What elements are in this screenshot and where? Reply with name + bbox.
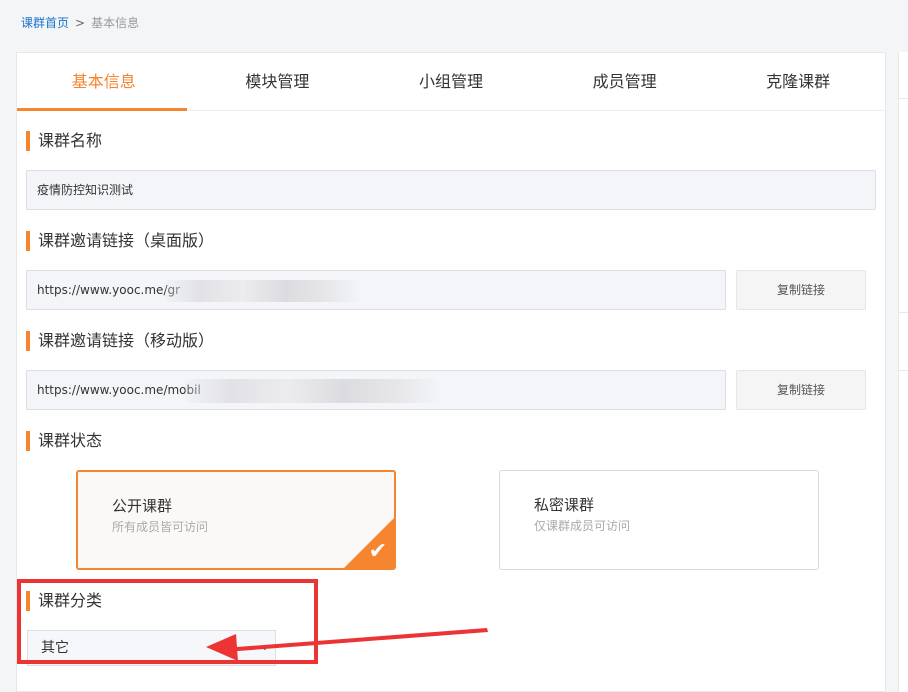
right-side-panel <box>898 52 908 692</box>
check-icon: ✔ <box>368 539 387 564</box>
mobile-invite-link-text: https://www.yooc.me/mobil <box>37 383 201 397</box>
desktop-invite-link-text: https://www.yooc.me/gr <box>37 283 181 297</box>
copy-desktop-link-button[interactable]: 复制链接 <box>736 270 866 310</box>
mobile-invite-link-title: 课群邀请链接（移动版） <box>26 331 214 351</box>
category-select-value: 其它 <box>41 640 69 656</box>
status-option-public[interactable]: 公开课群 所有成员皆可访问 ✔ <box>76 470 396 570</box>
tab-member-management[interactable]: 成员管理 <box>538 53 712 110</box>
redacted-blur <box>185 379 440 403</box>
redacted-blur <box>165 280 360 302</box>
tab-group-management[interactable]: 小组管理 <box>364 53 538 110</box>
course-name-title: 课群名称 <box>26 131 102 151</box>
chevron-down-icon: ⌄ <box>260 642 269 653</box>
status-option-private[interactable]: 私密课群 仅课群成员可访问 <box>499 470 819 570</box>
course-name-input[interactable]: 疫情防控知识测试 <box>26 170 876 210</box>
tab-bar: 基本信息 模块管理 小组管理 成员管理 克隆课群 <box>17 53 885 111</box>
desktop-invite-link-title: 课群邀请链接（桌面版） <box>26 231 214 251</box>
category-select[interactable]: 其它 ⌄ <box>27 630 276 666</box>
breadcrumb-current: 基本信息 <box>91 16 140 30</box>
tab-basic-info[interactable]: 基本信息 <box>17 53 191 111</box>
tab-clone-course-group[interactable]: 克隆课群 <box>711 53 885 110</box>
desktop-invite-link-field[interactable]: https://www.yooc.me/gr <box>26 270 726 310</box>
breadcrumb: 课群首页 > 基本信息 <box>21 14 139 31</box>
status-option-title: 公开课群 <box>112 497 173 515</box>
status-option-title: 私密课群 <box>534 496 595 514</box>
tab-module-management[interactable]: 模块管理 <box>191 53 365 110</box>
breadcrumb-home-link[interactable]: 课群首页 <box>21 16 69 30</box>
course-status-title: 课群状态 <box>26 431 102 451</box>
breadcrumb-separator: > <box>75 16 86 30</box>
status-option-desc: 仅课群成员可访问 <box>534 519 631 533</box>
course-category-title: 课群分类 <box>26 591 102 611</box>
status-option-desc: 所有成员皆可访问 <box>112 520 209 534</box>
copy-mobile-link-button[interactable]: 复制链接 <box>736 370 866 410</box>
